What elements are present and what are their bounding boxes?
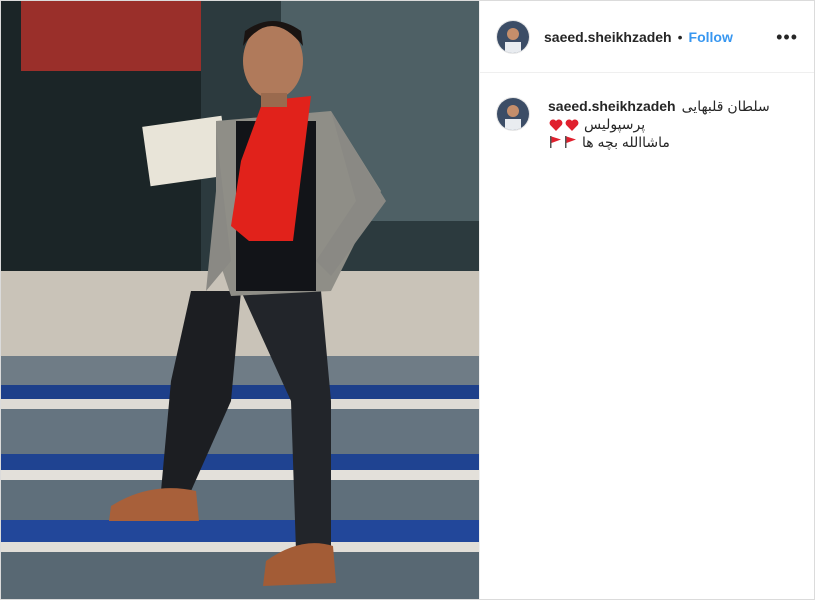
caption-body: saeed.sheikhzadeh سلطان قلبهایی پرسپولیس	[548, 97, 770, 151]
caption-text-3: ماشاالله بچه ها	[582, 134, 670, 150]
heart-icon	[565, 118, 579, 131]
avatar[interactable]	[496, 19, 530, 54]
post-side-panel: saeed.sheikhzadeh • Follow ••• saeed.she…	[479, 1, 814, 599]
photo-illustration	[1, 1, 479, 599]
caption: saeed.sheikhzadeh سلطان قلبهایی پرسپولیس	[480, 73, 814, 151]
heart-icon	[549, 118, 563, 131]
separator-dot: •	[677, 28, 683, 45]
instagram-post: saeed.sheikhzadeh • Follow ••• saeed.she…	[0, 0, 815, 600]
follow-button[interactable]: Follow	[689, 29, 733, 45]
red-flag-icon	[549, 135, 562, 149]
caption-text-1: سلطان قلبهایی	[681, 98, 770, 114]
caption-username[interactable]: saeed.sheikhzadeh	[548, 97, 676, 115]
caption-line-3: ماشاالله بچه ها	[548, 133, 770, 151]
caption-line-2: پرسپولیس	[548, 115, 770, 133]
author-username[interactable]: saeed.sheikhzadeh	[544, 29, 672, 45]
post-header: saeed.sheikhzadeh • Follow •••	[480, 1, 814, 73]
post-photo[interactable]	[1, 1, 479, 599]
caption-text-2: پرسپولیس	[584, 116, 646, 132]
more-options-icon[interactable]: •••	[776, 28, 798, 46]
avatar[interactable]	[496, 97, 530, 131]
red-flag-icon	[564, 135, 577, 149]
caption-line-1: saeed.sheikhzadeh سلطان قلبهایی	[548, 97, 770, 115]
